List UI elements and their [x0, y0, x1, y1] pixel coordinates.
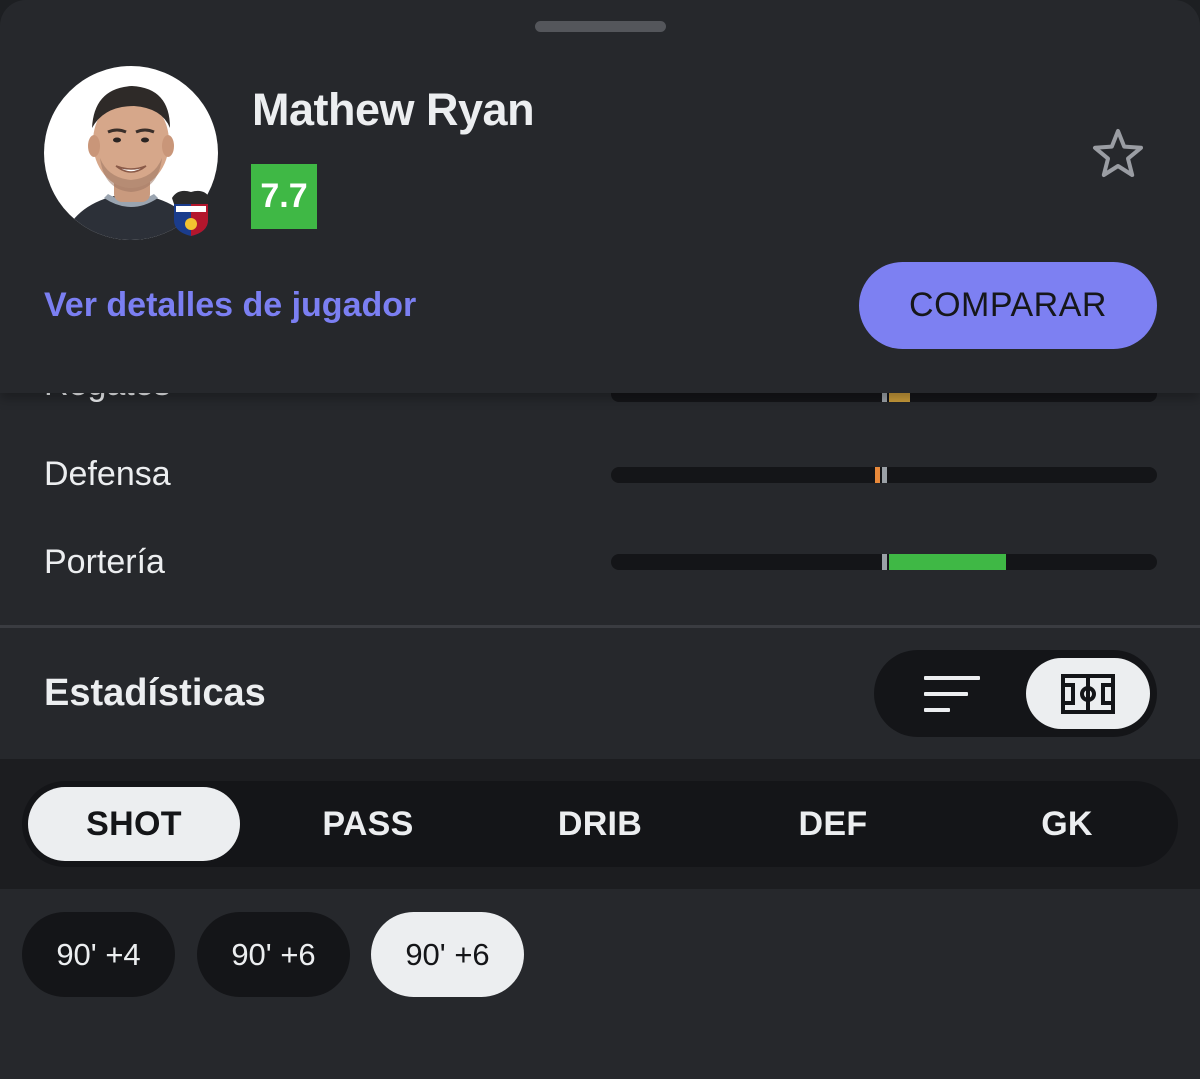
section-divider — [0, 625, 1200, 628]
list-icon — [924, 675, 980, 712]
pitch-view-button[interactable] — [1026, 658, 1150, 729]
tab-pass[interactable]: PASS — [262, 787, 474, 861]
tab-def[interactable]: DEF — [727, 787, 939, 861]
tab-drib[interactable]: DRIB — [494, 787, 706, 861]
period-chip[interactable]: 90' +6 — [371, 912, 524, 997]
period-chip[interactable]: 90' +6 — [197, 912, 350, 997]
stats-title: Estadísticas — [44, 672, 266, 714]
player-name: Mathew Ryan — [252, 84, 535, 135]
player-header: Mathew Ryan 7.7 Ver detalles de jugador … — [0, 0, 1200, 393]
attribute-bar-fill — [888, 554, 1006, 570]
drag-handle[interactable] — [535, 21, 666, 32]
rating-badge: 7.7 — [251, 164, 317, 229]
attribute-bar — [611, 467, 1157, 483]
attribute-label: Portería — [44, 543, 165, 581]
compare-button[interactable]: COMPARAR — [859, 262, 1157, 349]
attribute-bar — [611, 554, 1157, 570]
attribute-bar-center — [882, 467, 887, 483]
stats-tabs-band: SHOT PASS DRIB DEF GK — [0, 759, 1200, 889]
star-outline-icon[interactable] — [1090, 126, 1146, 182]
list-view-button[interactable] — [894, 658, 1010, 729]
tab-shot[interactable]: SHOT — [28, 787, 240, 861]
period-chip[interactable]: 90' +4 — [22, 912, 175, 997]
pitch-icon — [1061, 673, 1115, 714]
stats-view-toggle[interactable] — [874, 650, 1157, 737]
attribute-label: Defensa — [44, 455, 171, 493]
attribute-bar-center — [882, 554, 887, 570]
stats-tabs: SHOT PASS DRIB DEF GK — [22, 781, 1178, 867]
player-bottom-sheet: Regates Defensa Portería — [0, 0, 1200, 1079]
attribute-bar-fill — [875, 467, 881, 483]
club-crest-icon — [172, 190, 210, 236]
tab-gk[interactable]: GK — [961, 787, 1173, 861]
player-details-link[interactable]: Ver detalles de jugador — [44, 286, 416, 325]
